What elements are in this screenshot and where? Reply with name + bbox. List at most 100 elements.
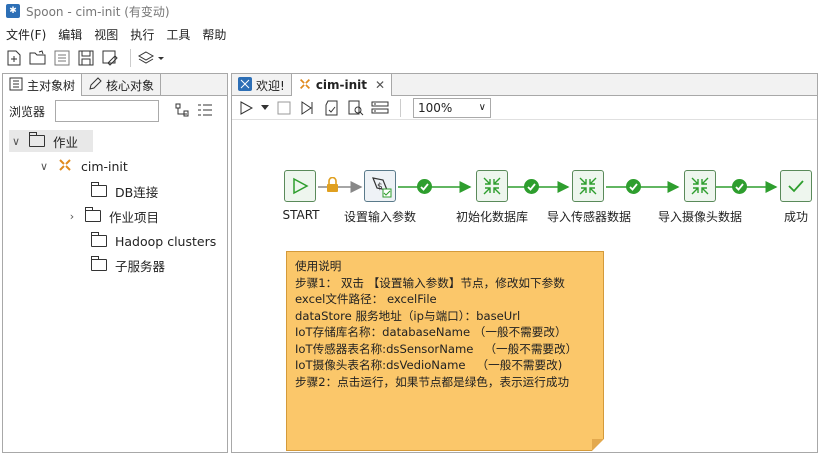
note-line: excel文件路径： excelFile — [295, 292, 437, 306]
tree-item-label: 作业项目 — [109, 209, 160, 225]
browser-search-input[interactable] — [55, 100, 160, 122]
note-line: dataStore 服务地址（ip与端口）：baseUrl — [295, 308, 521, 323]
job-toolbar: 100% ∨ — [232, 96, 817, 120]
node-label: 设置输入参数 — [343, 210, 417, 224]
menu-view[interactable]: 视图 — [88, 26, 124, 43]
tree-item-label: cim-init — [81, 158, 128, 174]
window-title: Spoon - cim-init (有变动) — [26, 4, 170, 19]
note-line: 步骤2：点击运行，如果节点都是绿色，表示运行成功 — [295, 374, 570, 389]
tree-item-jobs[interactable]: ∨ 作业 — [9, 130, 93, 152]
node-init-database[interactable] — [476, 170, 508, 202]
layers-icon[interactable] — [137, 48, 167, 68]
tree-item-label: DB连接 — [115, 184, 159, 200]
run-options-dropdown-icon[interactable] — [260, 98, 270, 118]
node-set-variables[interactable]: $ — [364, 170, 396, 202]
tree-item-label: Hadoop clusters — [115, 233, 217, 249]
new-file-icon[interactable] — [4, 48, 24, 68]
note-line: IoT传感器表名称:dsSensorName （一般不需要改） — [295, 341, 578, 356]
sub-job-icon — [691, 177, 709, 195]
job-editor-panel: 欢迎! cim-init ✕ 100% ∨ $ START 设置输入参数 初始化… — [231, 73, 818, 453]
hop-success-icon — [732, 179, 747, 194]
svg-text:$: $ — [377, 182, 383, 192]
chevron-down-icon[interactable]: ∨ — [9, 135, 23, 148]
title-bar: ✱ Spoon - cim-init (有变动) — [0, 0, 818, 22]
editor-tab-bar: 欢迎! cim-init ✕ — [232, 74, 817, 96]
sub-job-icon — [483, 177, 501, 195]
browser-row: 浏览器 — [3, 96, 227, 126]
collapse-all-icon[interactable] — [197, 103, 213, 120]
tab-core-objects[interactable]: 核心对象 — [82, 74, 162, 96]
menu-tools[interactable]: 工具 — [160, 26, 196, 43]
menu-bar: 文件(F) 编辑 视图 执行 工具 帮助 — [0, 24, 232, 44]
chevron-right-icon[interactable]: › — [65, 210, 79, 223]
chevron-down-icon[interactable]: ∨ — [37, 160, 51, 173]
set-variables-icon: $ — [372, 177, 392, 198]
pencil-icon — [88, 76, 102, 94]
note-fold-corner — [592, 439, 604, 451]
menu-run[interactable]: 执行 — [124, 26, 160, 43]
left-panel: 主对象树 核心对象 浏览器 ∨ 作业 ∨ cim-init DB连接 › 作业项… — [2, 73, 228, 453]
spoon-app-icon: ✱ — [6, 4, 20, 18]
tree-item-hadoop-clusters[interactable]: Hadoop clusters — [91, 230, 216, 252]
note-line: IoT存储库名称：databaseName （一般不需要改） — [295, 325, 567, 339]
tab-cim-init-label: cim-init — [315, 78, 368, 92]
check-job-icon[interactable] — [322, 98, 342, 118]
check-icon — [788, 180, 804, 193]
folder-icon — [91, 256, 107, 271]
tab-welcome-label: 欢迎! — [256, 78, 285, 93]
tree-item-label: 子服务器 — [115, 258, 166, 274]
stop-icon[interactable] — [274, 98, 294, 118]
save-as-icon[interactable] — [100, 48, 120, 68]
note-line: 使用说明 — [295, 259, 342, 273]
usage-note[interactable]: 使用说明 步骤1： 双击 【设置输入参数】节点，修改如下参数 excel文件路径… — [286, 251, 604, 451]
lock-icon — [326, 176, 339, 195]
tree-icon — [9, 77, 23, 94]
folder-icon — [91, 232, 107, 247]
main-toolbar — [0, 46, 818, 70]
sub-job-icon — [579, 177, 597, 195]
node-start[interactable] — [284, 170, 316, 202]
node-success[interactable] — [780, 170, 812, 202]
save-icon[interactable] — [76, 48, 96, 68]
folder-icon — [29, 132, 45, 147]
explore-repository-icon[interactable] — [52, 48, 72, 68]
tab-welcome[interactable]: 欢迎! — [232, 74, 292, 96]
tab-main-tree-label: 主对象树 — [27, 78, 76, 93]
replay-icon[interactable] — [298, 98, 318, 118]
sql-icon[interactable] — [370, 98, 390, 118]
folder-icon — [85, 207, 101, 222]
tree-item-slave-servers[interactable]: 子服务器 — [91, 254, 165, 276]
spoon-icon — [238, 76, 252, 94]
left-tab-bar: 主对象树 核心对象 — [3, 74, 227, 96]
menu-file[interactable]: 文件(F) — [0, 26, 52, 43]
run-icon[interactable] — [236, 98, 256, 118]
node-label: 初始化数据库 — [455, 210, 529, 224]
tab-cim-init[interactable]: cim-init ✕ — [291, 74, 393, 96]
node-label: 成功 — [783, 210, 809, 224]
job-canvas[interactable]: $ START 设置输入参数 初始化数据库 导入传感器数据 导入摄像头数据 成功… — [232, 122, 817, 452]
tree-item-job-entries[interactable]: › 作业项目 — [65, 205, 159, 227]
node-import-camera-data[interactable] — [684, 170, 716, 202]
note-line: 步骤1： 双击 【设置输入参数】节点，修改如下参数 — [295, 275, 565, 290]
hop-success-icon — [417, 179, 432, 194]
browser-label: 浏览器 — [9, 104, 46, 119]
toolbar-divider — [130, 49, 131, 67]
chevron-down-icon: ∨ — [478, 102, 486, 113]
hop-success-icon — [524, 179, 539, 194]
open-file-icon[interactable] — [28, 48, 48, 68]
expand-all-icon[interactable] — [175, 103, 189, 120]
impact-analysis-icon[interactable] — [346, 98, 366, 118]
node-import-sensor-data[interactable] — [572, 170, 604, 202]
close-icon[interactable]: ✕ — [375, 78, 385, 92]
tree-item-job[interactable]: ∨ cim-init — [37, 155, 128, 177]
note-line: IoT摄像头表名称:dsVedioName （一般不需要改) — [295, 358, 563, 372]
toolbar-divider — [400, 98, 401, 117]
tab-main-tree[interactable]: 主对象树 — [3, 74, 83, 96]
tree-item-db-connections[interactable]: DB连接 — [91, 180, 158, 202]
menu-help[interactable]: 帮助 — [196, 26, 232, 43]
menu-edit[interactable]: 编辑 — [52, 26, 88, 43]
hop-success-icon — [626, 179, 641, 194]
folder-icon — [91, 182, 107, 197]
job-icon — [57, 157, 73, 176]
zoom-select[interactable]: 100% ∨ — [413, 97, 491, 118]
